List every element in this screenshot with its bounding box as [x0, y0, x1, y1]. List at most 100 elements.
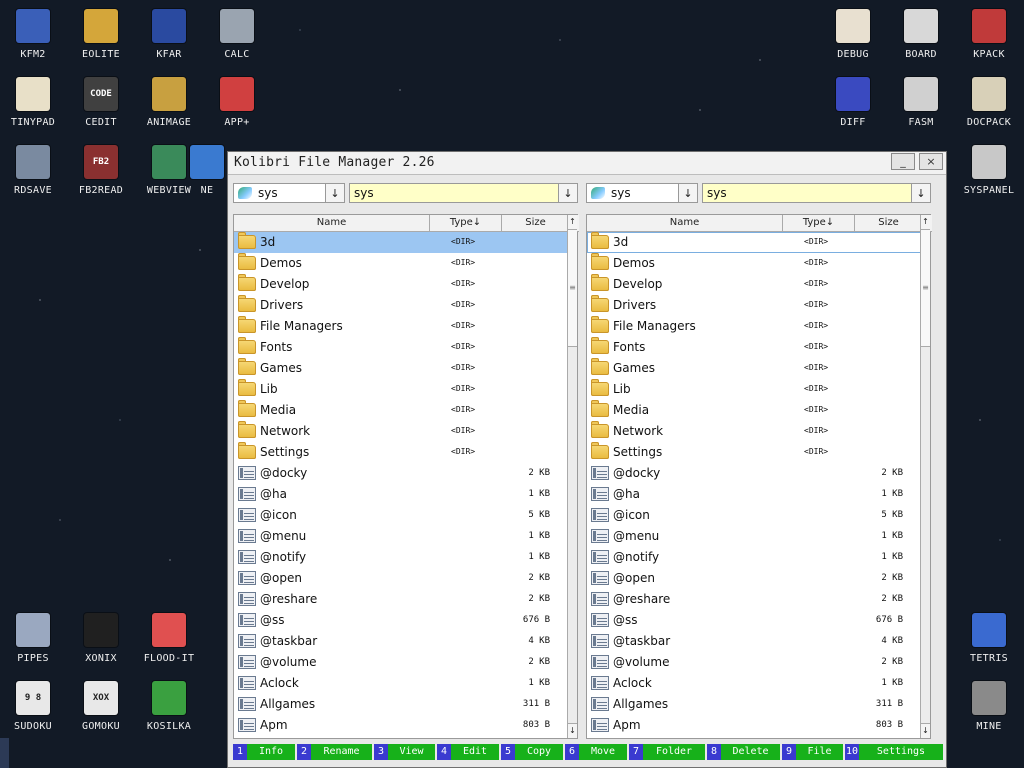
file-row[interactable]: @taskbar 4 KB: [234, 631, 570, 652]
file-row[interactable]: Apm 803 B: [234, 715, 570, 736]
file-row[interactable]: Network <DIR>: [587, 421, 923, 442]
fkey-rename-button[interactable]: 2 Rename: [297, 744, 372, 760]
scroll-down-arrow-icon[interactable]: ↓: [921, 723, 930, 738]
desktop-icon-fb2read[interactable]: FB2 FB2READ: [69, 137, 133, 201]
desktop-icon-rdsave[interactable]: RDSAVE: [1, 137, 65, 201]
file-row[interactable]: @menu 1 KB: [234, 526, 570, 547]
file-row[interactable]: Lib <DIR>: [234, 379, 570, 400]
taskbar-tray[interactable]: [0, 738, 9, 768]
desktop-icon-tetris[interactable]: TETRIS: [957, 605, 1021, 669]
fkey-settings-button[interactable]: 10 Settings: [845, 744, 943, 760]
file-row[interactable]: @volume 2 KB: [587, 652, 923, 673]
desktop-icon-debug[interactable]: DEBUG: [821, 1, 885, 65]
desktop-icon-tinypad[interactable]: TINYPAD: [1, 69, 65, 133]
right-path-field[interactable]: sys ↓: [702, 183, 931, 203]
desktop-icon-diff[interactable]: DIFF: [821, 69, 885, 133]
file-row[interactable]: @taskbar 4 KB: [587, 631, 923, 652]
file-row[interactable]: Aclock 1 KB: [234, 673, 570, 694]
left-file-list[interactable]: Name Type↓ Size 3d <DIR> Demos <DIR> Develop…: [233, 214, 579, 739]
file-row[interactable]: Games <DIR>: [234, 358, 570, 379]
fkey-edit-button[interactable]: 4 Edit: [437, 744, 499, 760]
scroll-down-arrow-icon[interactable]: ↓: [568, 723, 577, 738]
close-button[interactable]: ×: [919, 153, 943, 170]
chevron-down-icon[interactable]: ↓: [911, 184, 930, 202]
file-row[interactable]: @icon 5 KB: [234, 505, 570, 526]
desktop-icon-docpack[interactable]: DOCPACK: [957, 69, 1021, 133]
right-file-list[interactable]: Name Type↓ Size 3d <DIR> Demos <DIR> Develop…: [586, 214, 932, 739]
chevron-down-icon[interactable]: ↓: [325, 184, 344, 202]
file-row[interactable]: Lib <DIR>: [587, 379, 923, 400]
fkey-view-button[interactable]: 3 View: [374, 744, 435, 760]
file-row[interactable]: Drivers <DIR>: [234, 295, 570, 316]
file-row[interactable]: Settings <DIR>: [587, 442, 923, 463]
file-row[interactable]: @docky 2 KB: [587, 463, 923, 484]
fkey-move-button[interactable]: 6 Move: [565, 744, 627, 760]
column-type-header[interactable]: Type↓: [783, 215, 855, 231]
desktop-icon-kosilka[interactable]: KOSILKA: [137, 673, 201, 737]
scroll-thumb[interactable]: ≡: [921, 230, 930, 347]
file-row[interactable]: @icon 5 KB: [587, 505, 923, 526]
desktop-icon-animage[interactable]: ANIMAGE: [137, 69, 201, 133]
desktop-icon-calc[interactable]: CALC: [205, 1, 269, 65]
file-row[interactable]: Demos <DIR>: [234, 253, 570, 274]
desktop-icon-kfar[interactable]: KFAR: [137, 1, 201, 65]
fkey-copy-button[interactable]: 5 Copy: [501, 744, 563, 760]
fkey-info-button[interactable]: 1 Info: [233, 744, 295, 760]
file-row[interactable]: Allgames 311 B: [234, 694, 570, 715]
desktop-icon-fasm[interactable]: FASM: [889, 69, 953, 133]
file-row[interactable]: File Managers <DIR>: [587, 316, 923, 337]
file-row[interactable]: Allgames 311 B: [587, 694, 923, 715]
file-row[interactable]: Develop <DIR>: [234, 274, 570, 295]
left-drive-select[interactable]: sys ↓: [233, 183, 345, 203]
desktop-icon-ne[interactable]: NE: [189, 137, 225, 201]
file-row[interactable]: Network <DIR>: [234, 421, 570, 442]
file-row[interactable]: Drivers <DIR>: [587, 295, 923, 316]
left-path-field[interactable]: sys ↓: [349, 183, 578, 203]
file-row[interactable]: File Managers <DIR>: [234, 316, 570, 337]
column-name-header[interactable]: Name: [587, 215, 783, 231]
file-row[interactable]: Fonts <DIR>: [234, 337, 570, 358]
file-row[interactable]: 3d <DIR>: [587, 232, 923, 253]
file-row[interactable]: Games <DIR>: [587, 358, 923, 379]
desktop-icon-gomoku[interactable]: XOX GOMOKU: [69, 673, 133, 737]
file-row[interactable]: Media <DIR>: [587, 400, 923, 421]
column-size-header[interactable]: Size: [502, 215, 570, 231]
file-row[interactable]: @ss 676 B: [587, 610, 923, 631]
title-bar[interactable]: Kolibri File Manager 2.26 _ ×: [228, 152, 946, 175]
fkey-delete-button[interactable]: 8 Delete: [707, 744, 780, 760]
file-row[interactable]: @open 2 KB: [587, 568, 923, 589]
file-row[interactable]: Develop <DIR>: [587, 274, 923, 295]
desktop-icon-kpack[interactable]: KPACK: [957, 1, 1021, 65]
minimize-button[interactable]: _: [891, 153, 915, 170]
right-drive-select[interactable]: sys ↓: [586, 183, 698, 203]
file-row[interactable]: @notify 1 KB: [234, 547, 570, 568]
file-row[interactable]: Aclock 1 KB: [587, 673, 923, 694]
desktop-icon-syspanel[interactable]: SYSPANEL: [957, 137, 1021, 201]
column-size-header[interactable]: Size: [855, 215, 923, 231]
fkey-file-button[interactable]: 9 File: [782, 744, 843, 760]
chevron-down-icon[interactable]: ↓: [678, 184, 697, 202]
column-type-header[interactable]: Type↓: [430, 215, 502, 231]
left-scrollbar[interactable]: ↑ ≡ ↓: [567, 215, 577, 738]
file-row[interactable]: @reshare 2 KB: [234, 589, 570, 610]
desktop-icon-flood-it[interactable]: FLOOD-IT: [137, 605, 201, 669]
scroll-up-arrow-icon[interactable]: ↑: [568, 215, 577, 230]
column-name-header[interactable]: Name: [234, 215, 430, 231]
file-row[interactable]: 3d <DIR>: [234, 232, 570, 253]
file-row[interactable]: Media <DIR>: [234, 400, 570, 421]
desktop-icon-board[interactable]: BOARD: [889, 1, 953, 65]
file-row[interactable]: Apm 803 B: [587, 715, 923, 736]
desktop-icon-cedit[interactable]: CODE CEDIT: [69, 69, 133, 133]
file-row[interactable]: Fonts <DIR>: [587, 337, 923, 358]
file-row[interactable]: @ha 1 KB: [587, 484, 923, 505]
file-row[interactable]: @open 2 KB: [234, 568, 570, 589]
file-row[interactable]: @volume 2 KB: [234, 652, 570, 673]
desktop-icon-sudoku[interactable]: 9 8 SUDOKU: [1, 673, 65, 737]
chevron-down-icon[interactable]: ↓: [558, 184, 577, 202]
file-row[interactable]: @notify 1 KB: [587, 547, 923, 568]
desktop-icon-kfm2[interactable]: KFM2: [1, 1, 65, 65]
file-row[interactable]: @reshare 2 KB: [587, 589, 923, 610]
file-row[interactable]: @menu 1 KB: [587, 526, 923, 547]
file-row[interactable]: @ss 676 B: [234, 610, 570, 631]
file-row[interactable]: @docky 2 KB: [234, 463, 570, 484]
